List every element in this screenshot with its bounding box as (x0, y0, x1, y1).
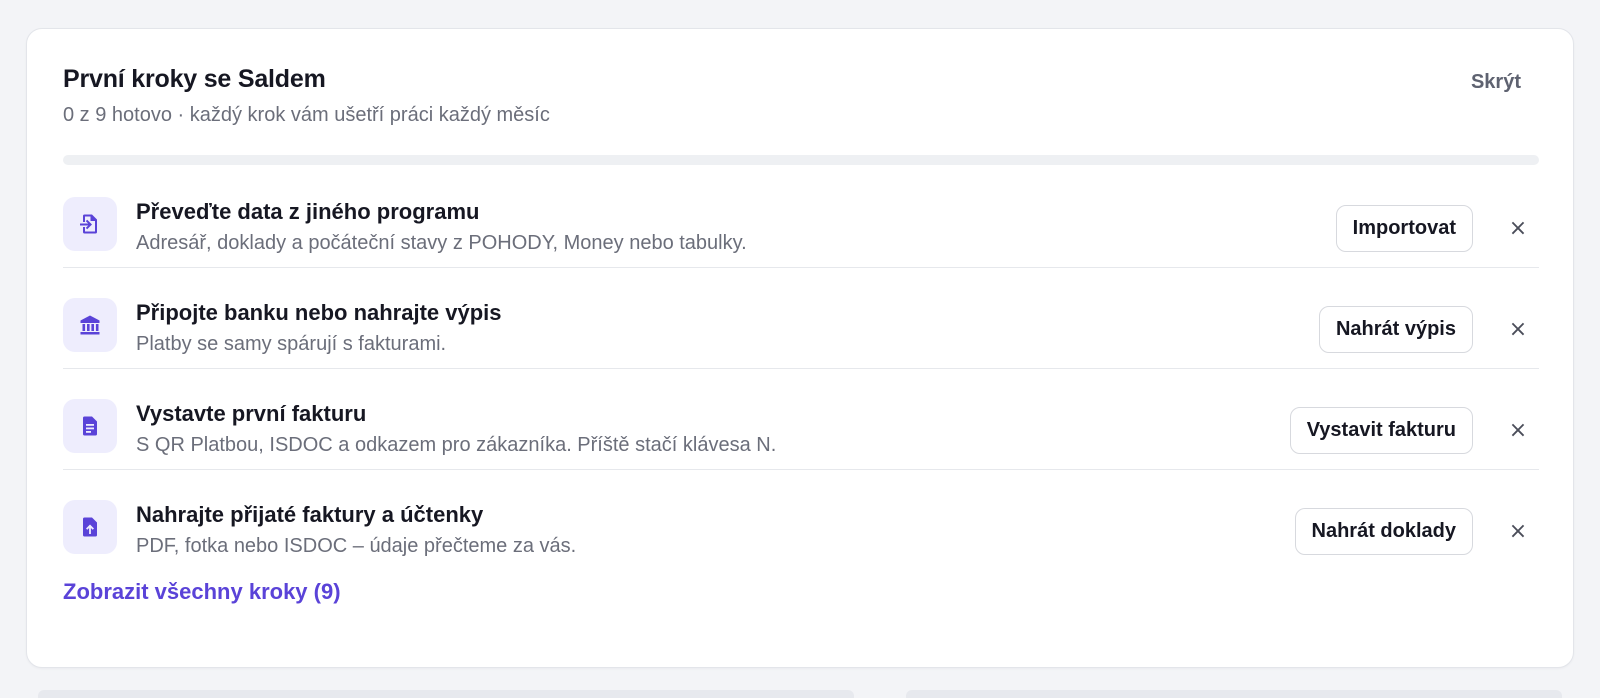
invoice-icon (63, 399, 117, 453)
import-icon (63, 197, 117, 251)
step-text: Převeďte data z jiného programu Adresář,… (136, 199, 747, 255)
step-description: PDF, fotka nebo ISDOC – údaje přečteme z… (136, 535, 577, 557)
card-title: První kroky se Saldem (63, 65, 326, 93)
dismiss-step-button[interactable]: × (1505, 417, 1531, 443)
onboarding-card: První kroky se Saldem 0 z 9 hotovo · kaž… (26, 28, 1574, 668)
card-header: První kroky se Saldem 0 z 9 hotovo · kaž… (63, 65, 1537, 127)
hide-button[interactable]: Skrýt (1471, 71, 1521, 94)
step-title: Připojte banku nebo nahrajte výpis (136, 300, 502, 325)
step-item-bank: Připojte banku nebo nahrajte výpis Platb… (63, 268, 1539, 369)
create-invoice-button[interactable]: Vystavit fakturu (1289, 407, 1473, 454)
step-title: Převeďte data z jiného programu (136, 199, 480, 224)
card-subtitle: 0 z 9 hotovo · každý krok vám ušetří prá… (63, 104, 550, 126)
upload-statement-button[interactable]: Nahrát výpis (1318, 306, 1473, 353)
step-text: Připojte banku nebo nahrajte výpis Platb… (136, 300, 502, 356)
step-item-invoice: Vystavte první fakturu S QR Platbou, ISD… (63, 369, 1539, 470)
upload-documents-button[interactable]: Nahrát doklady (1294, 508, 1473, 555)
step-description: S QR Platbou, ISDOC a odkazem pro zákazn… (136, 434, 777, 456)
step-item-upload-documents: Nahrajte přijaté faktury a účtenky PDF, … (63, 470, 1539, 570)
step-title: Vystavte první fakturu (136, 401, 367, 426)
import-button[interactable]: Importovat (1335, 205, 1473, 252)
dismiss-step-button[interactable]: × (1505, 316, 1531, 342)
dismiss-step-button[interactable]: × (1505, 215, 1531, 241)
next-card-edge (906, 690, 1562, 698)
step-item-import: Převeďte data z jiného programu Adresář,… (63, 167, 1539, 268)
dismiss-step-button[interactable]: × (1505, 518, 1531, 544)
upload-file-icon (63, 500, 117, 554)
show-all-steps-link[interactable]: Zobrazit všechny kroky (9) (63, 579, 341, 605)
steps-list: Převeďte data z jiného programu Adresář,… (63, 167, 1539, 570)
step-description: Adresář, doklady a počáteční stavy z POH… (136, 232, 747, 254)
step-text: Nahrajte přijaté faktury a účtenky PDF, … (136, 502, 576, 558)
step-description: Platby se samy spárují s fakturami. (136, 333, 447, 355)
bank-icon (63, 298, 117, 352)
step-text: Vystavte první fakturu S QR Platbou, ISD… (136, 401, 776, 457)
progress-bar (63, 155, 1539, 165)
step-title: Nahrajte přijaté faktury a účtenky (136, 502, 484, 527)
next-card-edge (38, 690, 854, 698)
